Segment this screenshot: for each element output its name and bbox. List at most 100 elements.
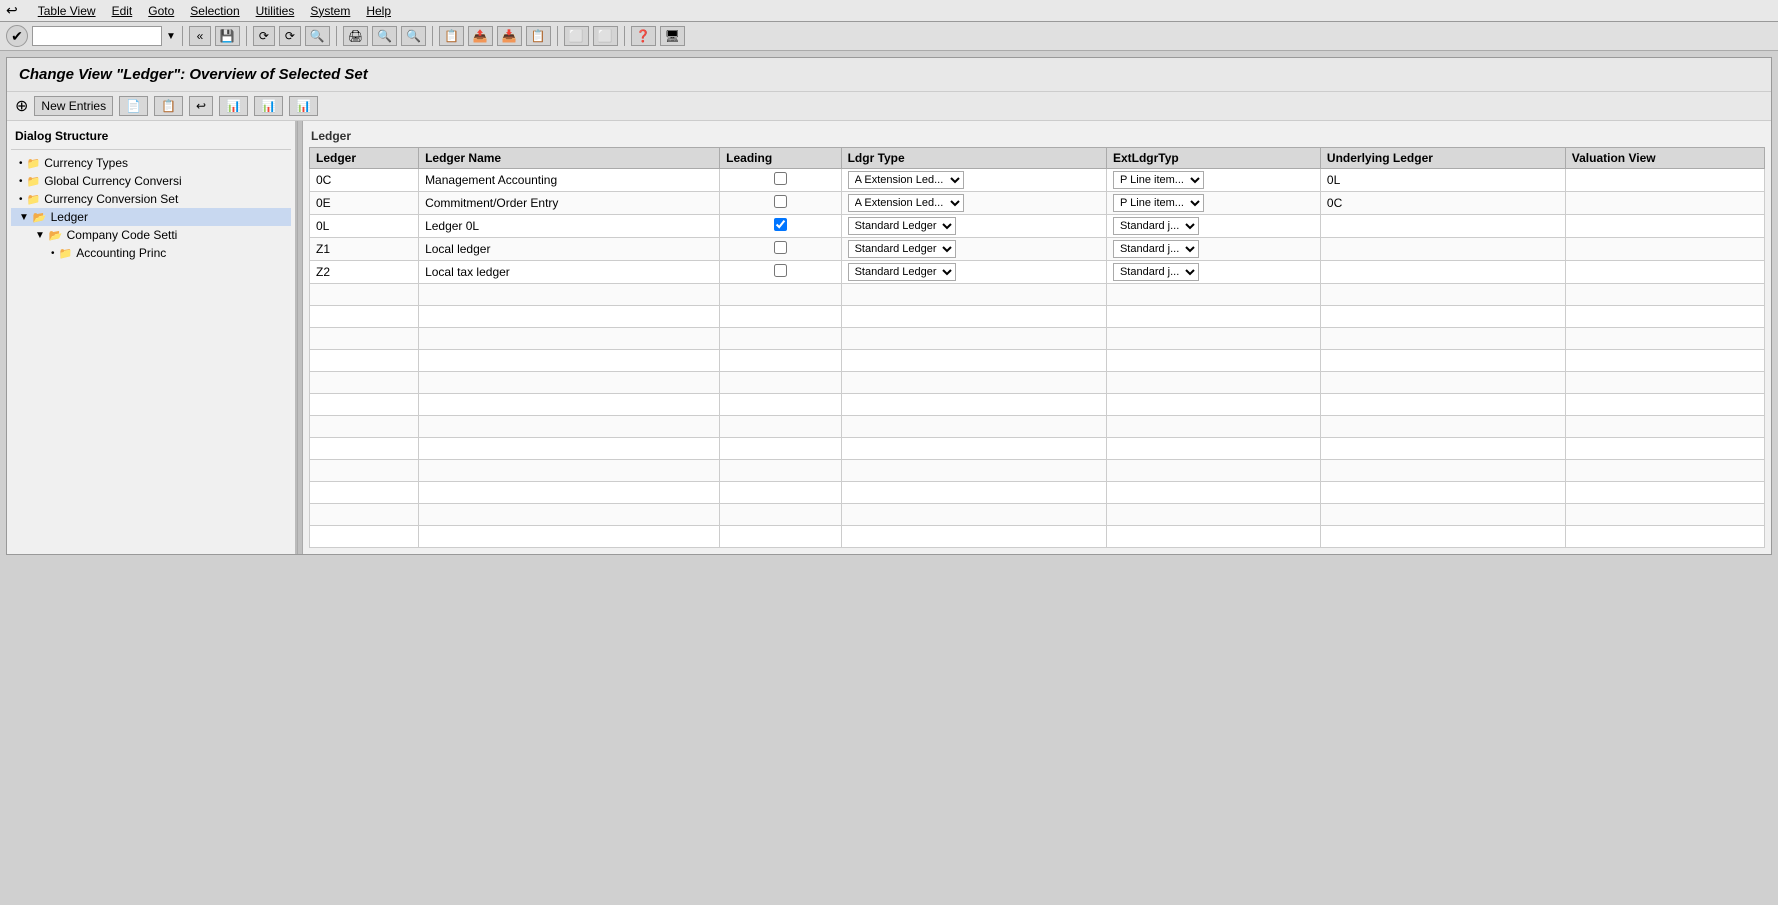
cell-ledger-name-3: Local ledger [419, 238, 720, 261]
check-button[interactable]: ✔ [6, 25, 28, 47]
action-btn-1[interactable]: 📄 [119, 96, 148, 116]
menu-system[interactable]: System [310, 4, 350, 18]
tree-label-accounting-princ: Accounting Princ [76, 246, 166, 260]
select-ldgr-type-0[interactable]: A Extension Led... [848, 171, 964, 189]
toolbar-help[interactable]: ❓ [631, 26, 656, 46]
dialog-structure-panel: Dialog Structure • 📁 Currency Types • 📁 … [7, 121, 297, 554]
toolbar-prev[interactable]: « [189, 26, 211, 46]
toolbar-clipboard2[interactable]: 📋 [526, 26, 551, 46]
cell-leading-1[interactable] [720, 192, 841, 215]
leading-checkbox-2[interactable] [774, 218, 787, 231]
action-btn-5[interactable]: 📊 [254, 96, 283, 116]
empty-cell [720, 284, 841, 306]
col-header-ldgr-type: Ldgr Type [841, 148, 1106, 169]
cell-ldgr-type-0[interactable]: A Extension Led... [841, 169, 1106, 192]
toolbar-window1[interactable]: ⬜ [564, 26, 589, 46]
dropdown-arrow[interactable]: ▼ [166, 31, 176, 42]
tree-item-currency-conversion[interactable]: • 📁 Currency Conversion Set [11, 190, 291, 208]
toolbar-export[interactable]: 📤 [468, 26, 493, 46]
bullet-company-code: ▼ [35, 230, 45, 241]
select-ldgr-type-2[interactable]: Standard Ledger [848, 217, 956, 235]
toolbar-monitor[interactable]: 🖥 [660, 26, 685, 46]
cell-ext-ldgr-typ-2[interactable]: Standard j... [1106, 215, 1320, 238]
sep2 [246, 26, 247, 46]
tree-item-ledger[interactable]: ▼ 📂 Ledger [11, 208, 291, 226]
leading-checkbox-0[interactable] [774, 172, 787, 185]
toolbar-clipboard1[interactable]: 📋 [439, 26, 464, 46]
tree-item-currency-types[interactable]: • 📁 Currency Types [11, 154, 291, 172]
select-ext-ldgr-typ-1[interactable]: P Line item... [1113, 194, 1204, 212]
action-btn-6[interactable]: 📊 [289, 96, 318, 116]
toolbar-refresh2[interactable]: ⟳ [279, 26, 301, 46]
empty-cell [1565, 328, 1764, 350]
app-icon: ↩ [6, 2, 18, 19]
tree-item-company-code[interactable]: ▼ 📂 Company Code Setti [11, 226, 291, 244]
empty-cell [1106, 284, 1320, 306]
toolbar-search[interactable]: 🔍 [305, 26, 330, 46]
leading-checkbox-3[interactable] [774, 241, 787, 254]
folder-icon-accounting-princ: 📁 [59, 247, 73, 260]
command-input[interactable] [32, 26, 162, 46]
cell-ext-ldgr-typ-4[interactable]: Standard j... [1106, 261, 1320, 284]
new-entries-icon: ⊕ [15, 96, 28, 116]
select-ldgr-type-1[interactable]: A Extension Led... [848, 194, 964, 212]
select-ext-ldgr-typ-0[interactable]: P Line item... [1113, 171, 1204, 189]
empty-cell [310, 284, 419, 306]
toolbar-window2[interactable]: ⬜ [593, 26, 618, 46]
cell-leading-3[interactable] [720, 238, 841, 261]
select-ldgr-type-4[interactable]: Standard Ledger [848, 263, 956, 281]
leading-checkbox-4[interactable] [774, 264, 787, 277]
leading-checkbox-1[interactable] [774, 195, 787, 208]
empty-cell [1106, 526, 1320, 548]
menu-edit[interactable]: Edit [112, 4, 133, 18]
toolbar-import[interactable]: 📥 [497, 26, 522, 46]
cell-ext-ldgr-typ-3[interactable]: Standard j... [1106, 238, 1320, 261]
toolbar-save[interactable]: 💾 [215, 26, 240, 46]
cell-leading-4[interactable] [720, 261, 841, 284]
tree-item-accounting-princ[interactable]: • 📁 Accounting Princ [11, 244, 291, 262]
action-btn-4[interactable]: 📊 [219, 96, 248, 116]
select-ext-ldgr-typ-4[interactable]: Standard j... [1113, 263, 1199, 281]
toolbar-print[interactable]: 🖨 [343, 26, 368, 46]
cell-ldgr-type-4[interactable]: Standard Ledger [841, 261, 1106, 284]
cell-ldgr-type-3[interactable]: Standard Ledger [841, 238, 1106, 261]
select-ext-ldgr-typ-2[interactable]: Standard j... [1113, 217, 1199, 235]
cell-ext-ldgr-typ-0[interactable]: P Line item... [1106, 169, 1320, 192]
cell-leading-2[interactable] [720, 215, 841, 238]
empty-cell [419, 328, 720, 350]
menu-help[interactable]: Help [366, 4, 391, 18]
new-entries-button[interactable]: New Entries [34, 96, 113, 116]
select-ext-ldgr-typ-3[interactable]: Standard j... [1113, 240, 1199, 258]
empty-cell [419, 438, 720, 460]
cell-ledger-4: Z2 [310, 261, 419, 284]
menu-selection[interactable]: Selection [190, 4, 239, 18]
empty-cell [310, 460, 419, 482]
toolbar-find2[interactable]: 🔍 [401, 26, 426, 46]
menu-goto[interactable]: Goto [148, 4, 174, 18]
empty-cell [1565, 482, 1764, 504]
action-btn-2[interactable]: 📋 [154, 96, 183, 116]
menu-utilities[interactable]: Utilities [256, 4, 295, 18]
menu-table-view[interactable]: Table View [38, 4, 96, 18]
table-row-empty [310, 284, 1765, 306]
select-ldgr-type-3[interactable]: Standard Ledger [848, 240, 956, 258]
toolbar-find1[interactable]: 🔍 [372, 26, 397, 46]
cell-leading-0[interactable] [720, 169, 841, 192]
tree-item-global-currency[interactable]: • 📁 Global Currency Conversi [11, 172, 291, 190]
table-row: 0ECommitment/Order EntryA Extension Led.… [310, 192, 1765, 215]
action-btn-3[interactable]: ↩ [189, 96, 213, 116]
cell-ldgr-type-1[interactable]: A Extension Led... [841, 192, 1106, 215]
empty-cell [1565, 416, 1764, 438]
main-content: Change View "Ledger": Overview of Select… [6, 57, 1772, 555]
empty-cell [841, 372, 1106, 394]
empty-cell [1320, 306, 1565, 328]
action-toolbar: ⊕ New Entries 📄 📋 ↩ 📊 📊 📊 [7, 92, 1771, 121]
empty-cell [1320, 372, 1565, 394]
empty-cell [841, 504, 1106, 526]
toolbar-refresh1[interactable]: ⟳ [253, 26, 275, 46]
cell-ldgr-type-2[interactable]: Standard Ledger [841, 215, 1106, 238]
cell-ext-ldgr-typ-1[interactable]: P Line item... [1106, 192, 1320, 215]
cell-ledger-1: 0E [310, 192, 419, 215]
empty-cell [841, 328, 1106, 350]
empty-cell [841, 482, 1106, 504]
